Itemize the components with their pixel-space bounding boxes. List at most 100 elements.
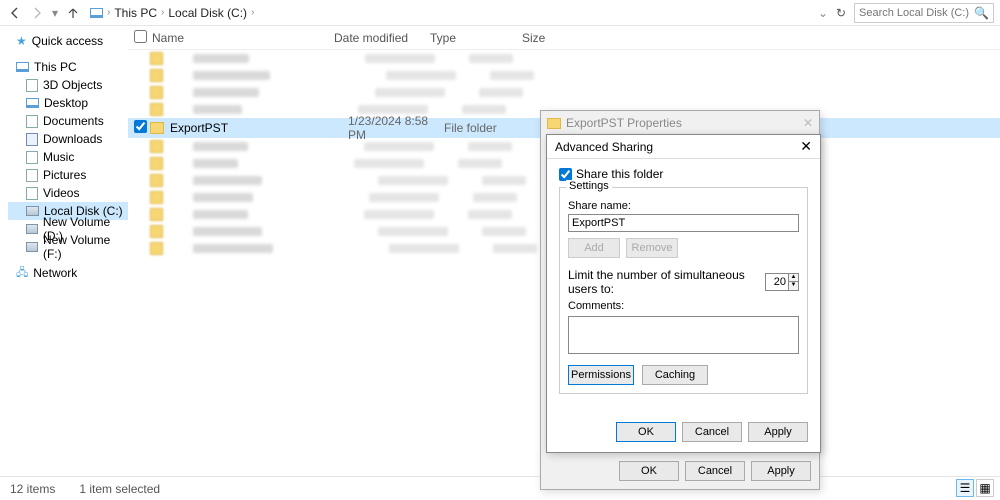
sidebar-item-videos[interactable]: Videos [8, 184, 128, 202]
properties-cancel-button[interactable]: Cancel [685, 461, 745, 481]
sidebar-label: Desktop [44, 96, 88, 110]
file-row-blurred [128, 84, 1000, 101]
settings-legend: Settings [566, 180, 612, 192]
spin-down-icon[interactable]: ▼ [788, 282, 798, 290]
row-checkbox[interactable] [134, 120, 147, 133]
comments-input[interactable] [568, 316, 799, 354]
sidebar-label: Downloads [43, 132, 102, 146]
apply-button[interactable]: Apply [748, 422, 808, 442]
search-box[interactable]: 🔍 [854, 3, 994, 23]
sidebar-item-downloads[interactable]: Downloads [8, 130, 128, 148]
sidebar-network[interactable]: 🖧 Network [8, 264, 128, 282]
breadcrumb[interactable]: › This PC › Local Disk (C:) › [90, 6, 814, 20]
search-icon: 🔍 [974, 6, 989, 20]
share-checkbox[interactable] [559, 168, 572, 181]
history-dropdown-icon[interactable]: ▾ [50, 6, 60, 20]
close-icon[interactable]: ✕ [803, 116, 813, 130]
sidebar-item-music[interactable]: Music [8, 148, 128, 166]
col-name[interactable]: Name [150, 31, 334, 45]
limit-spinner[interactable]: ▲▼ [765, 273, 799, 291]
limit-input[interactable] [766, 276, 788, 288]
col-type[interactable]: Type [430, 31, 522, 45]
sidebar-item-pictures[interactable]: Pictures [8, 166, 128, 184]
sidebar-label: Pictures [43, 168, 86, 182]
limit-label: Limit the number of simultaneous users t… [568, 268, 759, 296]
downloads-icon [26, 133, 38, 146]
close-icon[interactable]: ✕ [800, 138, 812, 155]
chevron-right-icon: › [161, 7, 164, 18]
pc-icon [16, 62, 29, 72]
nav-sidebar: ★Quick access This PC 3D Objects Desktop… [0, 26, 128, 474]
network-icon: 🖧 [16, 264, 28, 283]
refresh-button[interactable]: ↻ [832, 6, 850, 20]
sidebar-item-documents[interactable]: Documents [8, 112, 128, 130]
sidebar-label: Videos [43, 186, 79, 200]
sidebar-this-pc[interactable]: This PC [8, 58, 128, 76]
properties-apply-button[interactable]: Apply [751, 461, 811, 481]
share-label: Share this folder [576, 167, 663, 181]
sidebar-item-newvolume-f[interactable]: New Volume (F:) [8, 238, 128, 256]
column-headers[interactable]: Name Date modified Type Size [128, 26, 1000, 50]
sidebar-item-desktop[interactable]: Desktop [8, 94, 128, 112]
file-row-blurred [128, 50, 1000, 67]
breadcrumb-seg[interactable]: Local Disk (C:) [168, 6, 247, 20]
caching-button[interactable]: Caching [642, 365, 708, 385]
star-icon: ★ [16, 34, 27, 48]
disk-icon [26, 206, 39, 216]
col-size[interactable]: Size [522, 31, 582, 45]
breadcrumb-seg[interactable]: This PC [114, 6, 157, 20]
permissions-button[interactable]: Permissions [568, 365, 634, 385]
forward-button[interactable] [28, 4, 46, 22]
properties-title: ExportPST Properties [566, 116, 682, 130]
sidebar-item-3dobjects[interactable]: 3D Objects [8, 76, 128, 94]
sidebar-label: This PC [34, 60, 77, 74]
properties-titlebar[interactable]: ExportPST Properties ✕ [541, 111, 819, 135]
sidebar-label: Network [33, 266, 77, 280]
disk-icon [26, 242, 38, 252]
documents-icon [26, 115, 38, 128]
view-icons-button[interactable]: ▦ [976, 479, 994, 497]
pc-icon [90, 8, 103, 18]
status-selected: 1 item selected [79, 482, 160, 496]
add-button[interactable]: Add [568, 238, 620, 258]
sidebar-label: 3D Objects [43, 78, 102, 92]
address-dropdown-icon[interactable]: ⌄ [818, 6, 828, 20]
share-name-input[interactable] [568, 214, 799, 232]
cancel-button[interactable]: Cancel [682, 422, 742, 442]
properties-ok-button[interactable]: OK [619, 461, 679, 481]
advanced-sharing-dialog: Advanced Sharing ✕ Share this folder Set… [546, 134, 821, 453]
file-name[interactable]: ExportPST [170, 121, 348, 135]
spin-up-icon[interactable]: ▲ [788, 274, 798, 282]
ok-button[interactable]: OK [616, 422, 676, 442]
selectall-checkbox[interactable] [134, 30, 147, 43]
chevron-right-icon: › [251, 7, 254, 18]
share-name-label: Share name: [568, 200, 799, 212]
cube-icon [26, 79, 38, 92]
up-button[interactable] [64, 4, 82, 22]
view-switcher: ☰ ▦ [956, 479, 994, 497]
chevron-right-icon: › [107, 7, 110, 18]
file-type: File folder [444, 121, 536, 135]
comments-label: Comments: [568, 300, 799, 312]
sidebar-quick-access[interactable]: ★Quick access [8, 32, 128, 50]
file-date: 1/23/2024 8:58 PM [348, 114, 444, 142]
sidebar-label: Documents [43, 114, 104, 128]
status-bar: 12 items 1 item selected [0, 476, 1000, 500]
remove-button[interactable]: Remove [626, 238, 678, 258]
desktop-icon [26, 98, 39, 108]
sidebar-label: Music [43, 150, 74, 164]
dialog-title: Advanced Sharing [555, 140, 653, 154]
back-button[interactable] [6, 4, 24, 22]
col-date[interactable]: Date modified [334, 31, 430, 45]
videos-icon [26, 187, 38, 200]
dialog-titlebar[interactable]: Advanced Sharing ✕ [547, 135, 820, 159]
file-row-blurred [128, 67, 1000, 84]
view-details-button[interactable]: ☰ [956, 479, 974, 497]
sidebar-label: New Volume (F:) [43, 233, 124, 261]
disk-icon [26, 224, 38, 234]
address-bar: ▾ › This PC › Local Disk (C:) › ⌄ ↻ 🔍 [0, 0, 1000, 26]
search-input[interactable] [859, 7, 969, 19]
status-total: 12 items [10, 482, 55, 496]
music-icon [26, 151, 38, 164]
share-this-folder-row[interactable]: Share this folder [559, 167, 808, 181]
